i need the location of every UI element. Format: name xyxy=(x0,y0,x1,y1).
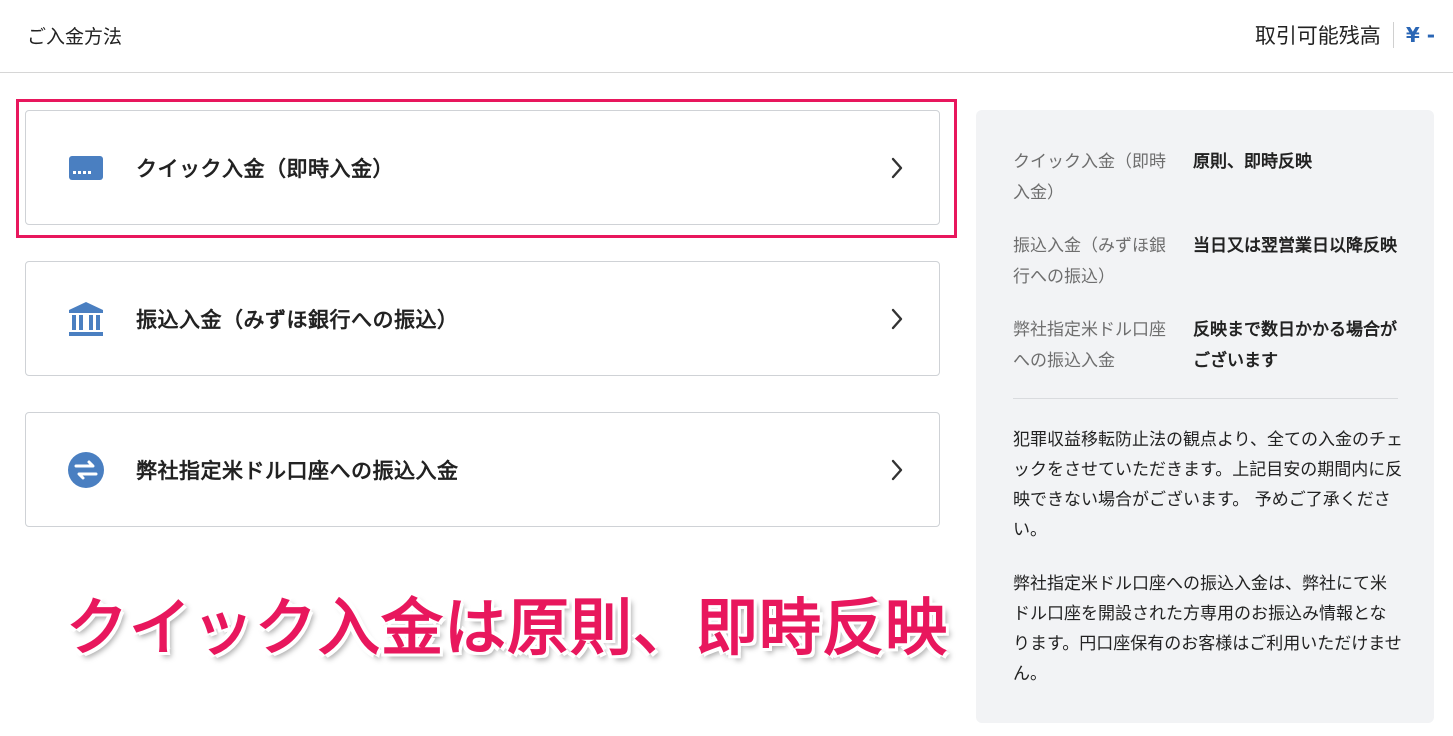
credit-card-icon xyxy=(67,149,105,187)
bank-icon xyxy=(67,300,105,338)
chevron-right-icon xyxy=(887,457,907,483)
chevron-right-icon xyxy=(887,155,907,181)
info-note-usd: 弊社指定米ドル口座への振込入金は、弊社にて米ドル口座を開設された方専用のお振込み… xyxy=(1013,574,1402,684)
info-note-aml: 犯罪収益移転防止法の観点より、全ての入金のチェックをさせていただきます。上記目安… xyxy=(1013,430,1403,540)
balance-divider xyxy=(1392,22,1394,48)
transfer-arrows-icon xyxy=(67,451,105,489)
info-row-usd: 弊社指定米ドル口座への振込入金 反映まで数日かかる場合がございます xyxy=(1013,315,1403,377)
info-key: クイック入金（即時入金） xyxy=(1013,152,1166,203)
annotation-caption: クイック入金は原則、即時反映 xyxy=(66,591,949,664)
usd-transfer-card[interactable]: 弊社指定米ドル口座への振込入金 xyxy=(25,412,940,527)
info-value: 当日又は翌営業日以降反映 xyxy=(1193,236,1397,256)
bank-transfer-label: 振込入金（みずほ銀行への振込） xyxy=(136,307,459,332)
info-panel: クイック入金（即時入金） 原則、即時反映 振込入金（みずほ銀行への振込） 当日又… xyxy=(976,110,1434,723)
info-key: 振込入金（みずほ銀行への振込） xyxy=(1013,236,1166,287)
deposit-method-page: ご入金方法 取引可能残高 ¥ - クイック入金（即時入金） 振込入金（みずほ銀行… xyxy=(0,0,1453,736)
info-key: 弊社指定米ドル口座への振込入金 xyxy=(1013,320,1166,371)
balance-display: 取引可能残高 ¥ - xyxy=(1255,20,1435,50)
quick-deposit-card[interactable]: クイック入金（即時入金） xyxy=(25,110,940,225)
info-row-bank: 振込入金（みずほ銀行への振込） 当日又は翌営業日以降反映 xyxy=(1013,231,1403,293)
balance-label: 取引可能残高 xyxy=(1254,24,1381,48)
bank-transfer-card[interactable]: 振込入金（みずほ銀行への振込） xyxy=(25,261,940,376)
info-row-quick: クイック入金（即時入金） 原則、即時反映 xyxy=(1013,147,1403,209)
page-title: ご入金方法 xyxy=(27,26,123,48)
quick-deposit-label: クイック入金（即時入金） xyxy=(136,156,394,181)
chevron-right-icon xyxy=(887,306,907,332)
balance-value: ¥ - xyxy=(1405,23,1435,47)
usd-transfer-label: 弊社指定米ドル口座への振込入金 xyxy=(136,458,459,483)
info-value: 原則、即時反映 xyxy=(1193,152,1312,172)
info-value: 反映まで数日かかる場合がございます xyxy=(1193,320,1397,371)
header: ご入金方法 取引可能残高 ¥ - xyxy=(0,0,1453,73)
info-divider xyxy=(1013,398,1398,399)
